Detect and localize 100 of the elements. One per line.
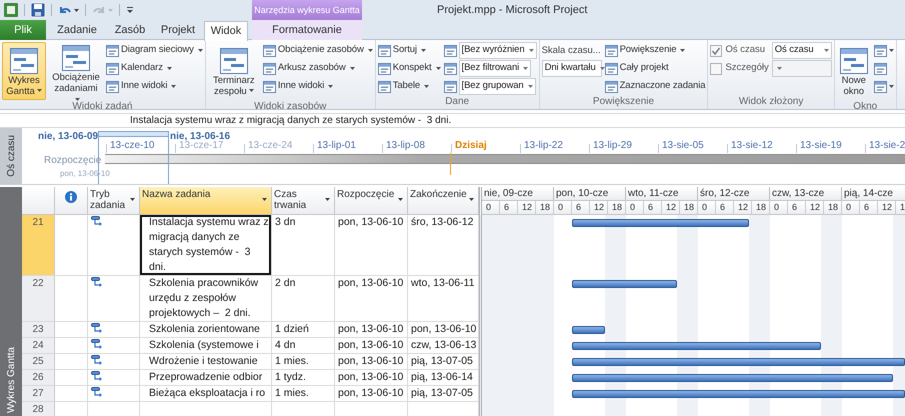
task-bar[interactable] (572, 374, 893, 382)
timeline-date: 13-cze-17 (179, 140, 224, 152)
day-header: wto, 11-cze (626, 187, 698, 200)
task-bar[interactable] (572, 358, 905, 366)
ribbon-tab[interactable]: Widok (204, 21, 248, 41)
row-number[interactable]: 24 (22, 338, 55, 353)
hour-header: 1 (896, 201, 905, 214)
table-cell: pon, 13-06-10 (335, 338, 408, 353)
hour-header: 0 (842, 201, 860, 214)
row-number[interactable]: 22 (22, 276, 55, 321)
ribbon-tab[interactable]: Zasób (108, 20, 152, 40)
checkbox-label: Oś czasu (725, 43, 766, 58)
task-bar[interactable] (572, 219, 749, 227)
hour-header: 18 (680, 201, 698, 214)
checkbox[interactable] (710, 44, 722, 56)
ribbon-tab[interactable]: Zadanie (46, 20, 108, 40)
ribbon-tab[interactable]: Projekt (152, 20, 204, 40)
caret-icon (350, 67, 355, 70)
ribbon-button[interactable]: Arkusz zasobów (262, 60, 373, 77)
ribbon-button[interactable]: Cały projekt (604, 60, 706, 77)
row-number[interactable]: 28 (22, 402, 55, 416)
hour-header: 6 (788, 201, 806, 214)
caret-icon (424, 85, 430, 88)
checkbox[interactable] (710, 62, 722, 74)
large-view-button[interactable]: Terminarz zespołu (208, 42, 260, 100)
ribbon-button[interactable]: Tabele (378, 78, 441, 95)
dropdown-field[interactable]: [Bez wyróżnien (458, 42, 537, 59)
task-bar[interactable] (572, 280, 677, 288)
column-header[interactable]: Czas trwania (272, 187, 335, 215)
ribbon-button[interactable]: Diagram sieciowy (106, 42, 203, 59)
table-cell: pon, 13-06-10 (335, 215, 408, 275)
row-number[interactable]: 25 (22, 354, 55, 369)
caret-icon (398, 198, 403, 201)
timeline-date: 13-lip-01 (316, 140, 357, 152)
task-bar[interactable] (572, 326, 605, 334)
window-icon (604, 62, 618, 74)
window-layout-button[interactable] (874, 42, 894, 59)
ribbon-button[interactable]: Kalendarz (106, 60, 203, 77)
window-icon (604, 80, 618, 92)
large-view-button[interactable]: Wykres Gantta (2, 42, 46, 100)
dropdown-field[interactable]: Dni kwartału (542, 60, 602, 77)
dropdown-field[interactable]: [Bez filtrowani (458, 60, 532, 77)
hour-header: 0 (626, 201, 644, 214)
caret-icon (74, 98, 80, 101)
ribbon-button[interactable]: Inne widoki (106, 78, 203, 95)
task-bar[interactable] (572, 342, 821, 350)
window-layout-button[interactable] (874, 78, 894, 95)
column-header[interactable]: Nazwa zadania (140, 187, 272, 215)
ribbon-button[interactable]: Inne widoki (262, 78, 373, 95)
dropdown-field[interactable]: Oś czasu (772, 42, 832, 59)
ribbon-tab[interactable]: Plik (0, 20, 46, 40)
hour-header: 12 (878, 201, 896, 214)
toolbar-menu-icon[interactable] (126, 5, 134, 15)
ribbon-button[interactable]: Obciążenie zasobów (262, 42, 373, 59)
chart-window-icon (61, 44, 91, 72)
table-cell[interactable]: Bieżąca eksploatacja i ro (140, 386, 272, 401)
table-cell[interactable]: Szkolenia zorientowane (140, 322, 272, 337)
table-cell: pon, 13-06-10 (335, 386, 408, 401)
group-label: Okno (852, 100, 878, 114)
app-icon[interactable] (4, 3, 18, 17)
row-number[interactable]: 23 (22, 322, 55, 337)
column-header[interactable]: Tryb zadania (88, 187, 140, 215)
caret-icon (248, 89, 254, 92)
table-cell[interactable]: Przeprowadzenie odbior (140, 370, 272, 385)
large-view-button[interactable]: Obciążenie zadaniami (49, 42, 103, 100)
ribbon-button[interactable]: Sortuj (378, 42, 441, 59)
task-bar[interactable] (572, 390, 905, 398)
hour-header: 18 (536, 201, 554, 214)
row-number[interactable]: 21 (22, 215, 55, 275)
undo-button[interactable] (58, 4, 79, 16)
ribbon-button[interactable]: Konspekt (378, 60, 441, 77)
ribbon-button[interactable]: Powiększenie (604, 42, 706, 59)
window-icon (106, 44, 119, 56)
row-number[interactable]: 26 (22, 370, 55, 385)
ribbon-button[interactable]: Zaznaczone zadania (604, 78, 706, 95)
table-cell[interactable]: Szkolenia (systemowe i (140, 338, 272, 353)
caret-icon (600, 67, 605, 70)
table-cell[interactable]: Instalacja systemu wraz z migracją danych ze starych systemów - 3 dni. (140, 215, 272, 275)
hour-header: 6 (572, 201, 590, 214)
hour-header: 12 (734, 201, 752, 214)
table-cell[interactable]: Wdrożenie i testowanie (140, 354, 272, 369)
row-number[interactable]: 27 (22, 386, 55, 401)
save-icon[interactable] (31, 3, 45, 17)
column-header[interactable]: Rozpoczęcie (335, 187, 408, 215)
window-icon (106, 80, 119, 92)
dropdown-field[interactable]: [Bez grupowan (458, 78, 536, 95)
dropdown-field[interactable] (772, 60, 832, 77)
window-icon (874, 44, 887, 56)
table-cell: 1 mies. (272, 386, 335, 401)
checkbox-label: Szczegóły (725, 61, 769, 76)
hour-header: 12 (518, 201, 536, 214)
ribbon-tab[interactable]: Formatowanie (252, 20, 362, 40)
column-header[interactable]: Zakończenie (408, 187, 479, 215)
table-cell: pon, 13-06-10 (335, 276, 408, 321)
window-icon (444, 44, 457, 56)
table-cell[interactable]: Szkolenia pracowników urzędu z zespołów projektowych – 2 dni. (140, 276, 272, 321)
hour-header: 6 (500, 201, 518, 214)
hour-header: 6 (716, 201, 734, 214)
large-view-button[interactable]: Nowe okno (836, 42, 871, 100)
column-header[interactable] (55, 187, 88, 215)
